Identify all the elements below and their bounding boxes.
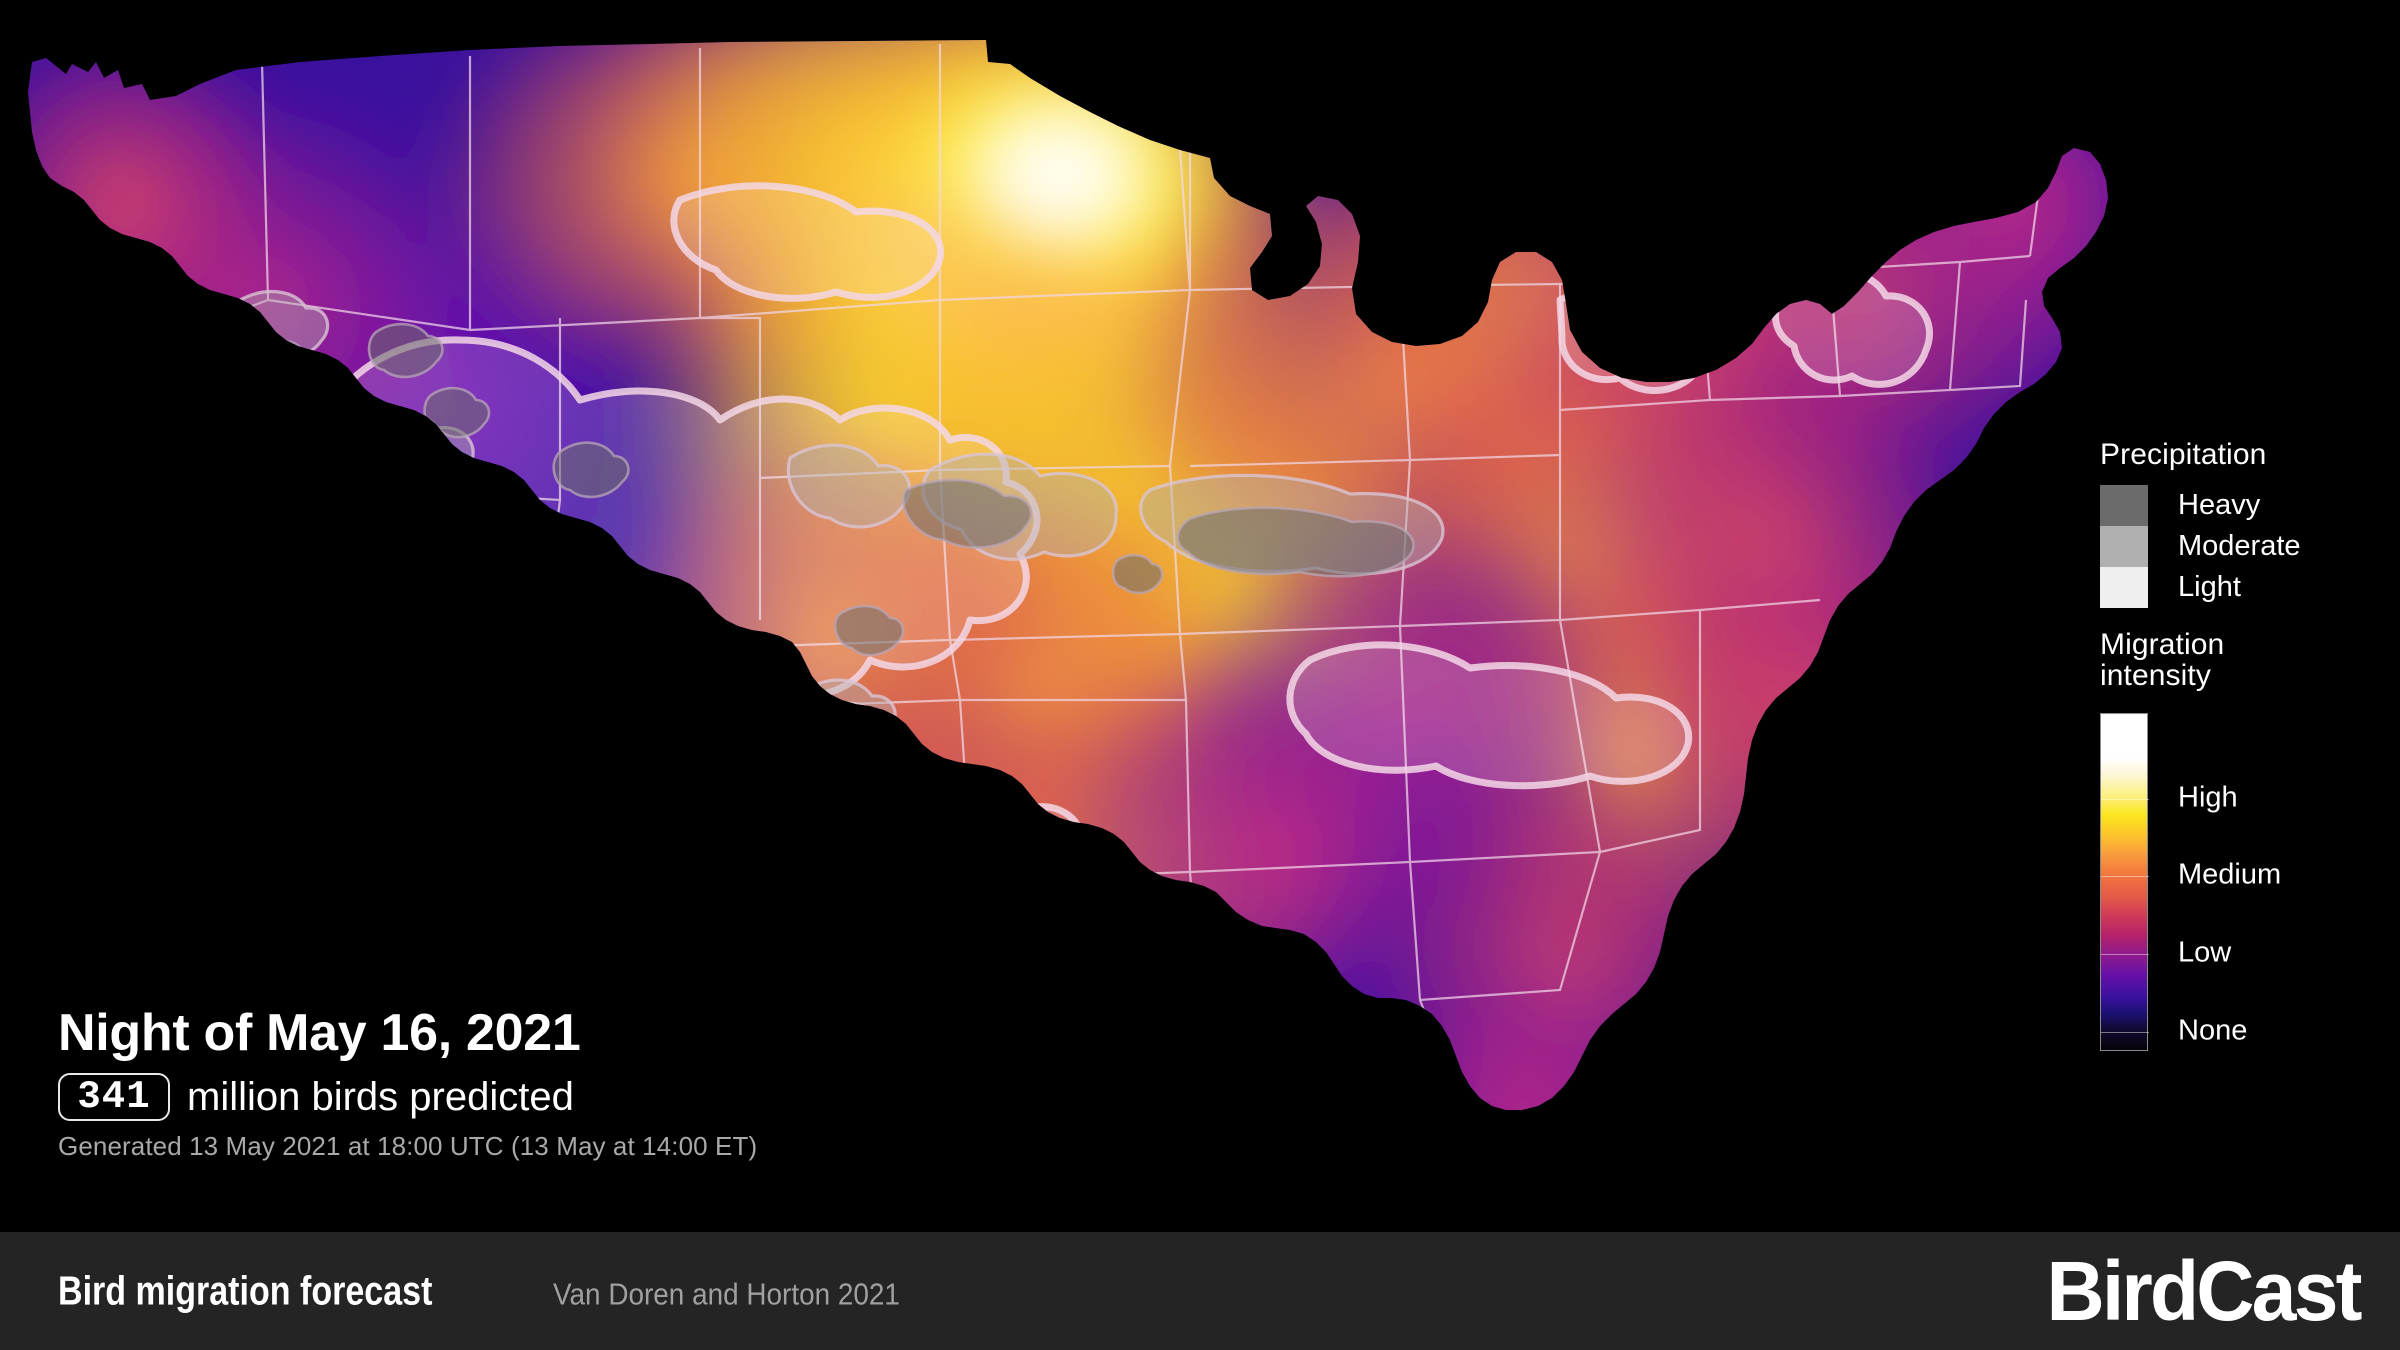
footer-title: Bird migration forecast [58, 1267, 433, 1314]
precipitation-label-light: Light [2178, 570, 2241, 603]
forecast-caption: Night of May 16, 2021 341 million birds … [58, 1006, 1158, 1162]
colorbar-label-none: None [2178, 1014, 2248, 1047]
birdcast-logo-text: BirdCast [2046, 1244, 2362, 1338]
bird-count-line: 341 million birds predicted [58, 1072, 1158, 1121]
colorbar-label-low: Low [2178, 936, 2232, 969]
colorbar-tick [2101, 954, 2149, 956]
precipitation-legend: Precipitation Heavy Moderate Light [2100, 438, 2400, 608]
birdcast-forecast-image: Precipitation Heavy Moderate Light Migra… [0, 0, 2400, 1350]
colorbar-area: High Medium Low None [2100, 713, 2390, 1053]
precipitation-legend-title: Precipitation [2100, 438, 2267, 471]
precipitation-label-heavy: Heavy [2178, 488, 2261, 521]
precipitation-legend-item-light: Light [2100, 566, 2370, 608]
precipitation-swatch-moderate [2100, 525, 2148, 567]
precipitation-swatch-heavy [2100, 484, 2148, 526]
birdcast-logo: BirdCast [2040, 1249, 2366, 1333]
precipitation-legend-rows: Heavy Moderate Light [2100, 484, 2370, 608]
bird-count-badge: 341 [58, 1072, 170, 1121]
generated-timestamp: Generated 13 May 2021 at 18:00 UTC (13 M… [58, 1130, 758, 1161]
migration-intensity-legend: Migration intensity High Medium Low None [2100, 628, 2400, 1053]
colorbar-label-high: High [2178, 781, 2238, 814]
migration-intensity-colorbar [2100, 713, 2149, 1052]
colorbar-tick [2101, 1031, 2149, 1033]
migration-intensity-legend-title: Migration intensity [2100, 628, 2225, 692]
footer-citation: Van Doren and Horton 2021 [553, 1276, 901, 1312]
precipitation-swatch-light [2100, 566, 2148, 608]
bird-count-unit: million birds predicted [187, 1074, 574, 1119]
colorbar-tick [2101, 876, 2149, 878]
precipitation-label-moderate: Moderate [2178, 529, 2301, 562]
footer-bar: Bird migration forecast Van Doren and Ho… [0, 1232, 2400, 1350]
precipitation-legend-item-moderate: Moderate [2100, 525, 2370, 567]
colorbar-tick [2101, 798, 2149, 800]
precipitation-legend-item-heavy: Heavy [2100, 484, 2370, 526]
footer-left-group: Bird migration forecast Van Doren and Ho… [58, 1268, 939, 1315]
forecast-date-title: Night of May 16, 2021 [58, 1004, 581, 1062]
colorbar-label-medium: Medium [2178, 858, 2282, 891]
